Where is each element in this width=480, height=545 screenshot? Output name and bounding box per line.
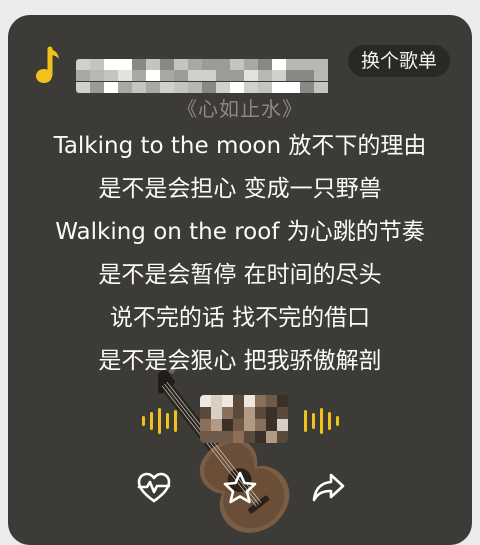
sound-wave-left-icon: [142, 407, 177, 435]
lyric-line: Walking on the roof 为心跳的节奏: [55, 219, 425, 245]
lyric-line: 是不是会暂停 在时间的尽头: [98, 262, 382, 288]
star-icon[interactable]: [222, 470, 258, 506]
lyric-line: 是不是会担心 变成一只野兽: [98, 176, 382, 202]
switch-playlist-button[interactable]: 换个歌单: [348, 45, 450, 77]
song-title: 《心如止水》: [177, 97, 303, 121]
lyric-line: Talking to the moon 放不下的理由: [53, 133, 427, 159]
lyric-line: 说不完的话 找不完的借口: [109, 305, 371, 331]
heartbeat-icon[interactable]: [136, 470, 172, 506]
lyrics-list: Talking to the moon 放不下的理由 是不是会担心 变成一只野兽…: [8, 125, 472, 383]
lyrics-card: 换个歌单 《心如止水》 Talking to the moon 放不下的理由 是…: [8, 15, 472, 545]
sound-wave-right-icon: [304, 407, 339, 435]
blurred-playlist-title: [76, 59, 334, 93]
share-icon[interactable]: [310, 470, 346, 506]
blurred-cover-image: [200, 395, 288, 443]
music-note-icon: [36, 46, 59, 83]
